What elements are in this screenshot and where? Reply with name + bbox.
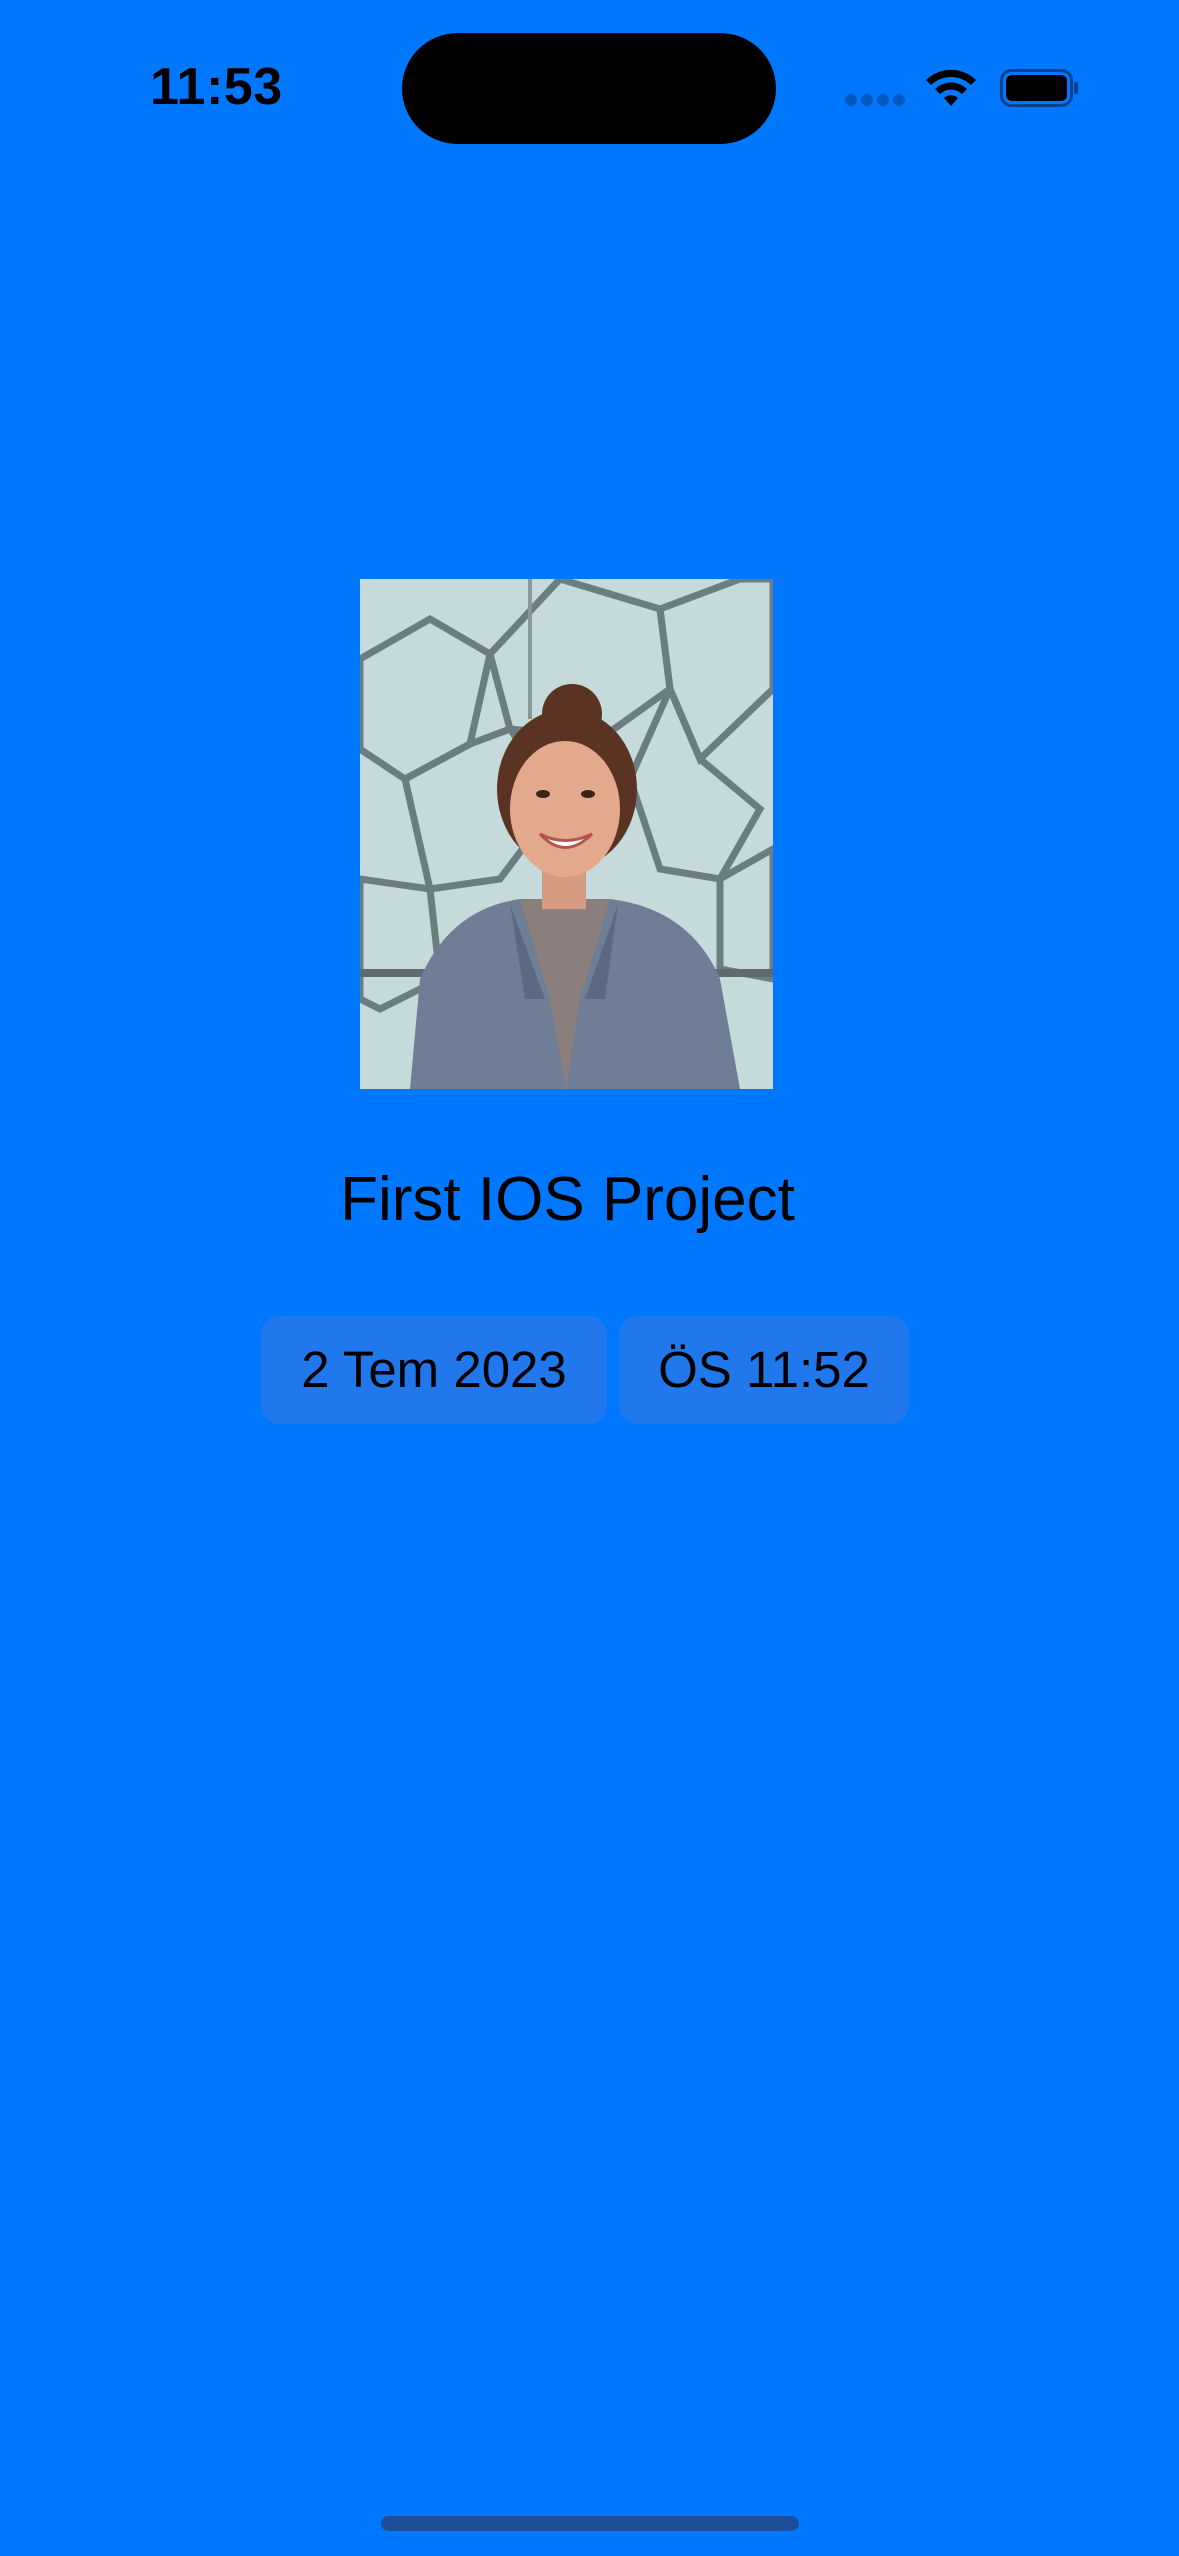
dynamic-island	[402, 33, 776, 144]
date-picker-button[interactable]: 2 Tem 2023	[261, 1316, 607, 1424]
profile-photo	[360, 579, 773, 1089]
home-indicator[interactable]	[381, 2516, 799, 2531]
battery-icon	[1000, 69, 1080, 107]
time-picker-button[interactable]: ÖS 11:52	[619, 1316, 909, 1424]
project-title: First IOS Project	[340, 1165, 795, 1234]
status-time: 11:53	[150, 58, 283, 116]
signal-icon	[845, 94, 905, 106]
wifi-icon	[923, 66, 979, 110]
